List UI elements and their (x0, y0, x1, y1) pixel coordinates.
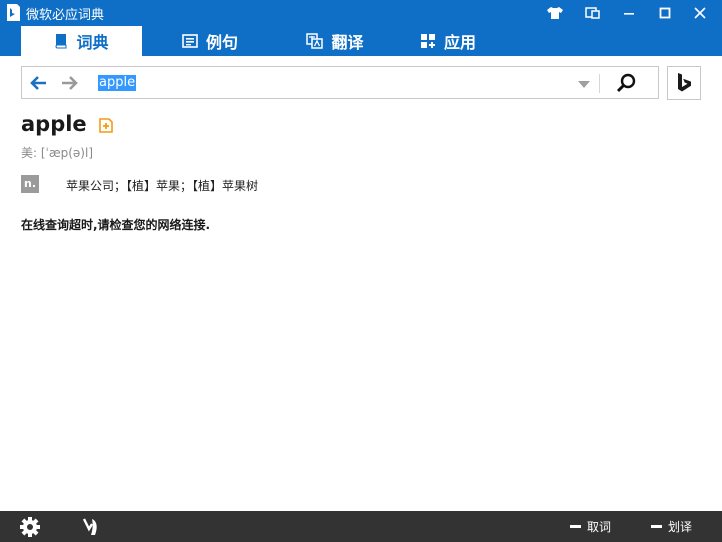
tab-sentences[interactable]: 例句 (160, 26, 260, 56)
definition-text: 苹果公司；【植】苹果；【植】苹果树 (66, 179, 259, 193)
settings-gear-icon[interactable] (19, 516, 41, 538)
back-arrow-icon[interactable] (28, 74, 48, 92)
forward-arrow-icon[interactable] (60, 74, 80, 92)
word-pick-toggle[interactable]: 取词 (570, 511, 611, 542)
tab-strip: 词典 例句 翻译 应用 (0, 26, 722, 56)
add-to-vocabulary-icon[interactable] (97, 116, 115, 134)
close-button[interactable] (686, 0, 714, 26)
network-error-message: 在线查询超时,请检查您的网络连接. (21, 218, 211, 232)
search-divider (599, 74, 600, 93)
select-translate-toggle[interactable]: 划译 (651, 511, 692, 542)
title-row: 微软必应词典 (0, 0, 722, 26)
history-dropdown-icon[interactable] (578, 81, 590, 88)
bing-search-button[interactable] (667, 66, 701, 100)
window-title: 微软必应词典 (26, 8, 105, 23)
search-icon[interactable] (612, 72, 640, 94)
maximize-button[interactable] (653, 0, 677, 26)
tab-translate[interactable]: 翻译 (282, 26, 388, 56)
phonetic: 美: [ˈæp(ə)l] (21, 146, 94, 160)
search-input[interactable]: apple (98, 75, 137, 91)
headword: apple (21, 112, 87, 136)
tab-label: 应用 (443, 33, 476, 52)
pronunciation-practice-icon[interactable] (80, 516, 102, 538)
minimize-icon (624, 13, 634, 15)
apps-icon (420, 34, 435, 48)
book-icon (56, 34, 67, 49)
tab-apps[interactable]: 应用 (406, 26, 490, 56)
toggle-off-indicator (651, 525, 662, 528)
mini-mode-button[interactable] (580, 0, 606, 26)
bing-logo-icon (678, 73, 691, 92)
title-bar: 微软必应词典 词典 例句 翻译 应用 (0, 0, 722, 56)
bottom-bar: 取词 划译 (0, 511, 722, 542)
close-icon (694, 7, 706, 19)
tab-label: 翻译 (331, 33, 364, 52)
translate-icon (306, 33, 324, 49)
tab-label: 词典 (76, 33, 109, 52)
select-translate-label: 划译 (668, 520, 693, 534)
shirt-icon (547, 7, 563, 19)
tab-label: 例句 (205, 33, 238, 52)
sentences-icon (182, 34, 198, 48)
tab-dictionary[interactable]: 词典 (21, 26, 142, 56)
maximize-icon (659, 7, 671, 19)
mini-mode-icon (585, 7, 600, 19)
word-pick-label: 取词 (587, 520, 612, 534)
skin-button[interactable] (541, 0, 569, 26)
part-of-speech-badge: n. (21, 175, 39, 193)
app-logo-icon (7, 4, 20, 21)
dictionary-window: 微软必应词典 词典 例句 翻译 应用 apple apple 美: [ˈæp(ə… (0, 0, 722, 542)
toggle-off-indicator (570, 525, 581, 528)
search-bar: apple (21, 66, 659, 99)
minimize-button[interactable] (617, 0, 641, 26)
